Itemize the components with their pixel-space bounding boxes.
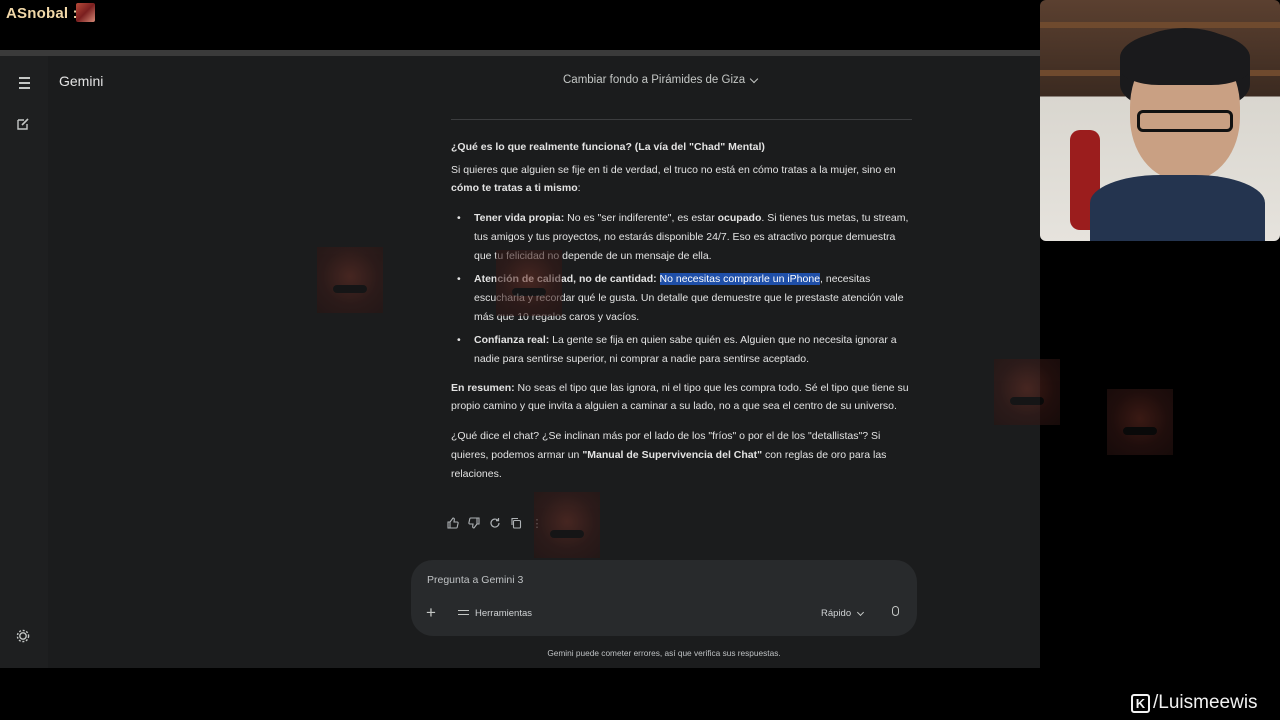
menu-icon[interactable] xyxy=(16,75,32,91)
response-content: ¿Qué es lo que realmente funciona? (La v… xyxy=(451,138,913,494)
chevron-down-icon xyxy=(749,74,759,83)
emote-overlay xyxy=(496,250,562,316)
regenerate-icon[interactable] xyxy=(488,516,502,530)
emote-overlay xyxy=(994,359,1060,425)
copy-icon[interactable] xyxy=(509,516,523,530)
chat-title: Cambiar fondo a Pirámides de Giza xyxy=(563,74,746,86)
tools-label: Herramientas xyxy=(475,608,533,619)
emote-overlay xyxy=(317,247,383,313)
new-chat-icon[interactable] xyxy=(16,117,32,133)
thumbs-down-icon[interactable] xyxy=(467,516,481,530)
chat-username: ASnobal : xyxy=(6,5,78,22)
side-rail xyxy=(0,56,48,668)
emote-overlay xyxy=(534,492,600,558)
plus-icon[interactable]: + xyxy=(426,604,436,621)
tools-icon xyxy=(458,609,469,619)
streamer-shirt xyxy=(1090,175,1265,241)
gemini-app: Gemini Cambiar fondo a Pirámides de Giza… xyxy=(0,56,1040,668)
kick-logo-icon: K xyxy=(1131,693,1150,713)
mic-icon[interactable] xyxy=(892,606,899,616)
closing-paragraph: ¿Qué dice el chat? ¿Se inclinan más por … xyxy=(451,430,887,480)
app-brand[interactable]: Gemini xyxy=(59,73,103,89)
watermark-handle: /Luismeewis xyxy=(1153,692,1258,713)
settings-icon[interactable] xyxy=(16,629,32,645)
intro-paragraph: Si quieres que alguien se fije en ti de … xyxy=(451,163,896,195)
emote-overlay xyxy=(1107,389,1173,455)
webcam-feed xyxy=(1040,0,1280,241)
tools-button[interactable]: Herramientas xyxy=(458,608,532,619)
prompt-composer[interactable]: Pregunta a Gemini 3 + Herramientas Rápid… xyxy=(411,560,917,636)
response-actions: ⋮ xyxy=(446,516,544,530)
channel-watermark: K /Luismeewis xyxy=(1131,692,1258,714)
divider xyxy=(451,119,912,120)
mode-selector[interactable]: Rápido xyxy=(821,608,865,619)
mode-label: Rápido xyxy=(821,608,852,619)
thumbs-up-icon[interactable] xyxy=(446,516,460,530)
chevron-down-icon xyxy=(857,608,865,616)
chat-title-dropdown[interactable]: Cambiar fondo a Pirámides de Giza xyxy=(563,74,759,86)
selected-text: No necesitas comprarle un iPhone xyxy=(659,273,821,286)
prompt-input[interactable]: Pregunta a Gemini 3 xyxy=(427,574,523,586)
response-heading: ¿Qué es lo que realmente funciona? (La v… xyxy=(451,141,765,153)
emote-icon xyxy=(76,3,95,22)
disclaimer: Gemini puede cometer errores, así que ve… xyxy=(547,648,781,658)
list-item: Confianza real: La gente se fija en quie… xyxy=(451,331,913,368)
glasses xyxy=(1137,110,1233,132)
summary-paragraph: En resumen: No seas el tipo que las igno… xyxy=(451,381,909,413)
